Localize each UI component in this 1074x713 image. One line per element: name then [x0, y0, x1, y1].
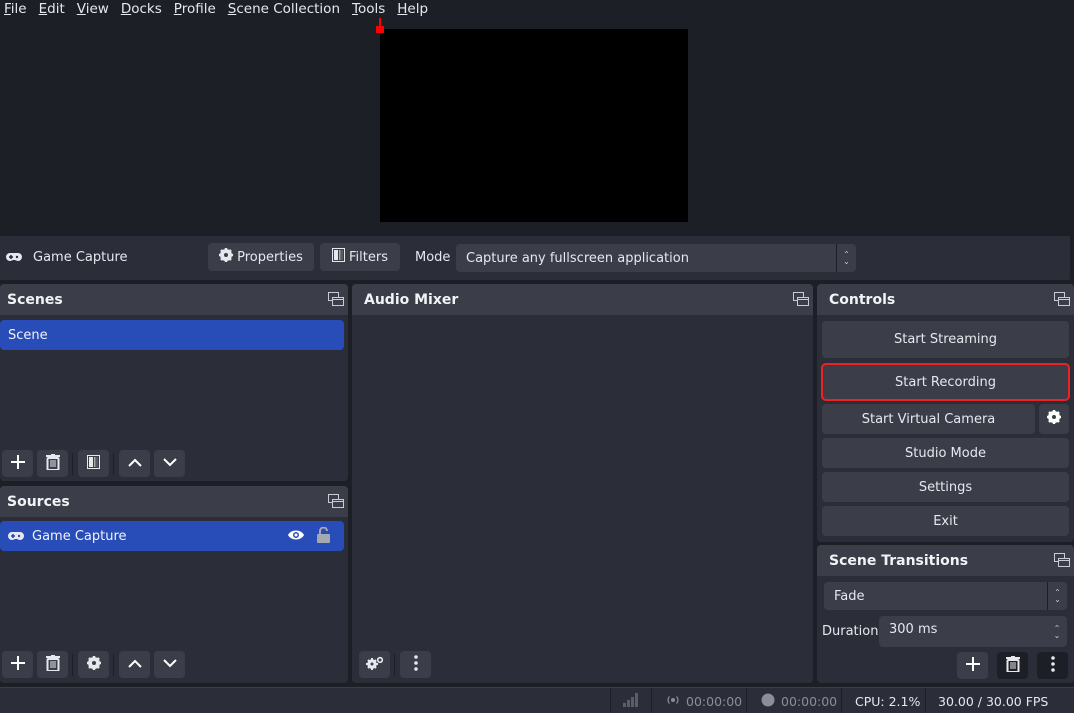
- source-properties-button[interactable]: [78, 651, 109, 678]
- properties-button[interactable]: Properties: [208, 243, 314, 271]
- status-bar: 00:00:00 00:00:00 CPU: 2.1% 30.00 / 30.0…: [0, 687, 1074, 713]
- preview-resize-handle[interactable]: [376, 26, 384, 33]
- record-dot-icon: [761, 693, 775, 710]
- add-scene-button[interactable]: [2, 450, 33, 477]
- undock-icon[interactable]: [328, 494, 344, 508]
- trash-icon: [45, 453, 60, 474]
- studio-mode-button[interactable]: Studio Mode: [822, 438, 1069, 468]
- preview-rotation-handle[interactable]: [379, 18, 381, 26]
- signal-bars-icon: [623, 692, 639, 710]
- filters-button[interactable]: Filters: [320, 243, 400, 271]
- menu-bar: File Edit View Docks Profile Scene Colle…: [0, 0, 1074, 17]
- virtual-camera-settings-button[interactable]: [1039, 404, 1069, 434]
- plus-icon: [10, 655, 25, 674]
- chevron-updown-icon: ⌃ ⌄: [836, 244, 856, 272]
- controls-dock: Controls Start Streaming Start Recording…: [817, 284, 1074, 542]
- menu-profile[interactable]: Profile: [170, 1, 216, 17]
- move-source-up-button[interactable]: [119, 651, 150, 678]
- audio-mixer-menu-button[interactable]: [400, 651, 431, 678]
- eye-icon[interactable]: [288, 529, 304, 545]
- chevron-updown-icon: ⌃ ⌄: [1047, 582, 1067, 610]
- exit-button[interactable]: Exit: [822, 506, 1069, 536]
- move-source-down-button[interactable]: [154, 651, 185, 678]
- unlock-icon[interactable]: [317, 526, 330, 547]
- gear-icon: [219, 248, 234, 266]
- move-scene-up-button[interactable]: [119, 450, 150, 477]
- menu-edit[interactable]: Edit: [35, 1, 65, 17]
- scene-list-item[interactable]: Scene: [0, 320, 344, 350]
- source-toolbar: Game Capture Properties Filters Mode Cap…: [0, 236, 1070, 280]
- menu-help[interactable]: Help: [393, 1, 428, 17]
- toolbar-separator: [72, 654, 73, 676]
- duration-spinbox[interactable]: 300 ms ⌃ ⌄: [879, 616, 1067, 647]
- toolbar-separator: [113, 453, 114, 475]
- add-transition-button[interactable]: [957, 652, 988, 679]
- toolbar-separator: [394, 654, 395, 676]
- cpu-usage: CPU: 2.1%: [841, 688, 925, 713]
- record-status: 00:00:00: [746, 688, 841, 713]
- controls-dock-header: Controls: [817, 284, 1074, 315]
- gear-icon: [1047, 410, 1061, 428]
- remove-transition-button[interactable]: [997, 652, 1028, 679]
- undock-icon[interactable]: [1054, 292, 1070, 306]
- sources-dock-header: Sources: [0, 486, 348, 517]
- scenes-dock: Scenes Scene: [0, 284, 348, 481]
- filters-icon: [332, 248, 346, 266]
- kebab-menu-icon: [413, 654, 418, 675]
- trash-icon: [45, 654, 60, 675]
- menu-scene-collection[interactable]: Scene Collection: [224, 1, 340, 17]
- transition-select[interactable]: Fade ⌃ ⌄: [824, 582, 1067, 610]
- broadcast-icon: [666, 694, 680, 709]
- advanced-audio-properties-button[interactable]: [359, 651, 390, 678]
- scene-transitions-dock: Scene Transitions Fade ⌃ ⌄ Duration 300 m…: [817, 545, 1074, 683]
- transition-properties-menu-button[interactable]: [1037, 652, 1068, 679]
- start-streaming-button[interactable]: Start Streaming: [822, 321, 1069, 358]
- toolbar-separator: [113, 654, 114, 676]
- start-virtual-camera-button[interactable]: Start Virtual Camera: [822, 404, 1035, 434]
- toolbar-separator: [72, 453, 73, 475]
- gear-icon: [86, 655, 101, 674]
- stream-status: 00:00:00: [651, 688, 746, 713]
- scenes-dock-header: Scenes: [0, 284, 348, 315]
- menu-file[interactable]: File: [0, 1, 27, 17]
- scene-filters-button[interactable]: [78, 450, 109, 477]
- add-source-button[interactable]: [2, 651, 33, 678]
- undock-icon[interactable]: [793, 292, 809, 306]
- kebab-menu-icon: [1050, 655, 1055, 676]
- chevron-down-icon: [162, 456, 177, 471]
- plus-icon: [10, 454, 25, 473]
- scene-transitions-dock-header: Scene Transitions: [817, 545, 1074, 576]
- source-list-item[interactable]: Game Capture: [0, 521, 344, 551]
- fps-readout: 30.00 / 30.00 FPS: [925, 688, 1074, 713]
- source-name: Game Capture: [33, 250, 128, 265]
- spin-arrows-icon[interactable]: ⌃ ⌄: [1047, 616, 1067, 647]
- filters-icon: [87, 454, 100, 473]
- undock-icon[interactable]: [328, 292, 344, 306]
- preview-canvas[interactable]: [380, 29, 688, 222]
- sources-dock: Sources Game Capture: [0, 486, 348, 683]
- chevron-up-icon: [127, 456, 142, 471]
- audio-mixer-dock: Audio Mixer: [352, 284, 813, 683]
- menu-docks[interactable]: Docks: [117, 1, 162, 17]
- chevron-up-icon: [127, 657, 142, 672]
- move-scene-down-button[interactable]: [154, 450, 185, 477]
- remove-scene-button[interactable]: [37, 450, 68, 477]
- settings-button[interactable]: Settings: [822, 472, 1069, 502]
- audio-mixer-dock-header: Audio Mixer: [352, 284, 813, 315]
- chevron-down-icon: [162, 657, 177, 672]
- gamepad-icon: [6, 251, 22, 267]
- mode-select[interactable]: Capture any fullscreen application ⌃ ⌄: [456, 244, 856, 272]
- gears-icon: [365, 656, 384, 674]
- remove-source-button[interactable]: [37, 651, 68, 678]
- trash-icon: [1005, 655, 1020, 676]
- mode-label: Mode: [415, 250, 451, 265]
- undock-icon[interactable]: [1054, 553, 1070, 567]
- duration-label: Duration: [822, 624, 879, 639]
- menu-view[interactable]: View: [73, 1, 109, 17]
- menu-tools[interactable]: Tools: [348, 1, 385, 17]
- gamepad-icon: [8, 530, 24, 542]
- plus-icon: [965, 656, 980, 675]
- start-recording-button[interactable]: Start Recording: [821, 363, 1070, 401]
- network-signal-indicator: [610, 688, 651, 713]
